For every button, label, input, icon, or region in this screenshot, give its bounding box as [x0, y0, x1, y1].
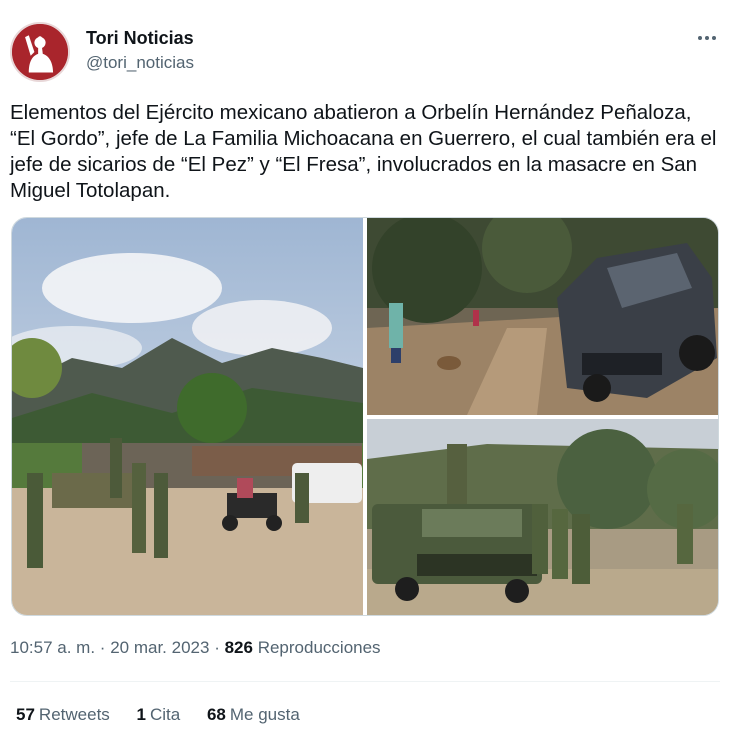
photo-image: [12, 218, 363, 615]
retweets-label: Retweets: [38, 705, 110, 724]
tweet-time[interactable]: 10:57 a. m.: [10, 638, 95, 657]
tweet-date[interactable]: 20 mar. 2023: [110, 638, 209, 657]
photo-image: [367, 419, 718, 615]
media-grid: [11, 217, 719, 616]
avatar[interactable]: [10, 22, 70, 82]
avatar-logo-icon: [12, 24, 68, 80]
tweet-meta: 10:57 a. m. · 20 mar. 2023 · 826 Reprodu…: [10, 638, 381, 658]
tweet-stats: 57 Retweets 1 Cita 68 Me gusta: [16, 705, 322, 725]
quotes-link[interactable]: 1 Cita: [137, 705, 181, 725]
more-horizontal-icon: [698, 36, 716, 40]
retweets-count: 57: [16, 705, 35, 724]
author-handle[interactable]: @tori_noticias: [86, 53, 194, 73]
photo-image: [367, 218, 718, 415]
likes-count: 68: [206, 705, 226, 724]
tweet: Tori Noticias @tori_noticias Elementos d…: [0, 0, 730, 738]
meta-separator: ·: [214, 638, 220, 657]
divider: [10, 681, 720, 682]
more-options-button[interactable]: [692, 26, 722, 50]
photo-crashed-truck[interactable]: [367, 218, 718, 415]
meta-separator: ·: [99, 638, 106, 657]
quotes-count: 1: [136, 705, 146, 724]
photo-military-truck[interactable]: [367, 419, 718, 615]
photo-soldiers-village[interactable]: [12, 218, 363, 615]
likes-label: Me gusta: [229, 705, 300, 724]
retweets-link[interactable]: 57 Retweets: [16, 705, 110, 725]
views-label: Reproducciones: [257, 638, 381, 657]
quotes-label: Cita: [150, 705, 181, 724]
tweet-text: Elementos del Ejército mexicano abatiero…: [10, 101, 717, 202]
likes-link[interactable]: 68 Me gusta: [207, 705, 300, 725]
author-name[interactable]: Tori Noticias: [86, 28, 194, 49]
views-count: 826: [224, 638, 253, 657]
